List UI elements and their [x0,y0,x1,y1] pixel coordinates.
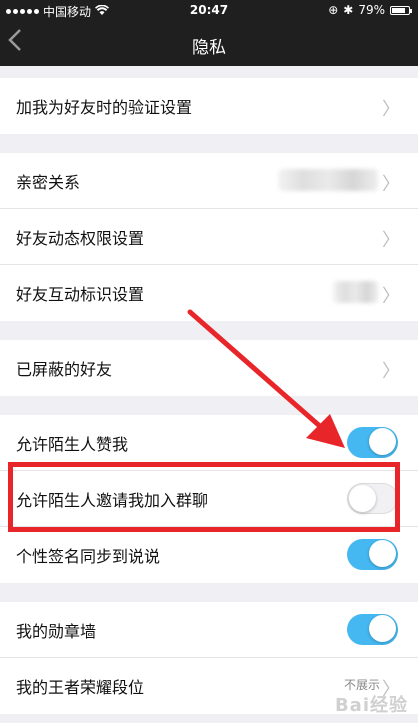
rotation-lock-icon: ⊕ [328,3,339,17]
toggle-medal-wall[interactable] [347,614,398,645]
navigation-bar: 隐私 [0,22,418,66]
toggle-allow-stranger-likes[interactable] [347,427,398,458]
row-friend-interaction-badges[interactable]: 好友互动标识设置 〉 [0,265,418,321]
watermark: Bai经验 [334,695,408,716]
row-medal-wall: 我的勋章墙 [0,602,418,658]
chevron-right-icon: 〉 [382,286,400,307]
blurred-value [333,281,378,303]
section-blocked: 已屏蔽的好友 〉 [0,340,418,396]
row-allow-stranger-group-invite: 允许陌生人邀请我加入群聊 [0,471,418,527]
row-intimate-relationship[interactable]: 亲密关系 〉 [0,153,418,209]
page-title: 隐私 [192,38,226,58]
row-label: 允许陌生人赞我 [16,435,129,454]
row-label: 好友动态权限设置 [16,229,145,248]
chevron-right-icon: 〉 [382,174,400,195]
toggle-sync-signature[interactable] [347,539,398,570]
row-blocked-friends[interactable]: 已屏蔽的好友 〉 [0,340,418,396]
row-label: 我的勋章墙 [16,622,97,641]
row-allow-stranger-likes: 允许陌生人赞我 [0,415,418,471]
row-verification-settings[interactable]: 加我为好友时的验证设置 〉 [0,78,418,134]
blurred-value [278,169,378,191]
row-label: 我的王者荣耀段位 [16,678,145,697]
row-label: 允许陌生人邀请我加入群聊 [16,491,209,510]
row-friend-moments-permissions[interactable]: 好友动态权限设置 〉 [0,209,418,265]
row-sync-signature: 个性签名同步到说说 [0,527,418,583]
bluetooth-icon: ✱ [343,3,354,17]
section-friend-settings: 亲密关系 〉 好友动态权限设置 〉 好友互动标识设置 〉 [0,153,418,321]
row-label: 好友互动标识设置 [16,285,145,304]
battery-icon [390,5,412,15]
chevron-right-icon: 〉 [382,99,400,120]
row-label: 加我为好友时的验证设置 [16,98,193,117]
section-verification: 加我为好友时的验证设置 〉 [0,78,418,134]
chevron-right-icon: 〉 [382,361,400,382]
status-bar: 中国移动 20:47 ⊕ ✱ 79% [0,0,418,22]
toggle-allow-stranger-group-invite[interactable] [347,483,398,514]
row-label: 已屏蔽的好友 [16,360,113,379]
battery-percent: 79% [358,3,385,17]
chevron-right-icon: 〉 [382,230,400,251]
row-label: 亲密关系 [16,173,81,192]
row-label: 个性签名同步到说说 [16,547,161,566]
section-stranger-permissions: 允许陌生人赞我 允许陌生人邀请我加入群聊 个性签名同步到说说 [0,415,418,583]
